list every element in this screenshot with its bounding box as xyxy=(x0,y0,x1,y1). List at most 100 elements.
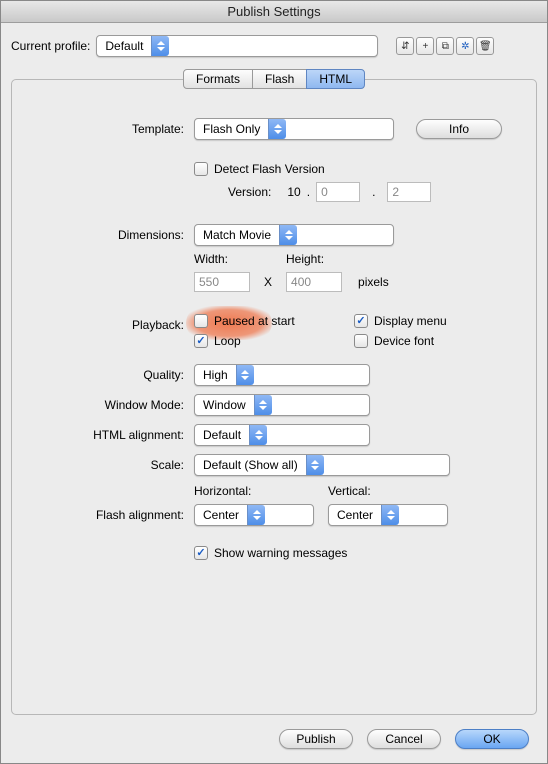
vertical-label: Vertical: xyxy=(328,484,371,498)
import-export-button[interactable]: ⇵ xyxy=(396,37,414,55)
flash-horizontal-value: Center xyxy=(195,505,247,525)
profile-properties-button[interactable]: ✲ xyxy=(456,37,474,55)
scale-row: Scale: Default (Show all) xyxy=(26,454,522,476)
window-mode-value: Window xyxy=(195,395,254,415)
dimensions-value: Match Movie xyxy=(195,225,279,245)
duplicate-icon: ⧉ xyxy=(442,41,449,52)
device-font-label: Device font xyxy=(374,334,434,348)
version-row: Version: 10 . 0 . 2 xyxy=(194,182,522,202)
flash-vertical-value: Center xyxy=(329,505,381,525)
tab-formats-label: Formats xyxy=(196,72,240,86)
template-row: Template: Flash Only Info Detect Flash V… xyxy=(26,118,522,202)
height-label: Height: xyxy=(286,252,324,266)
chevron-updown-icon xyxy=(279,225,297,245)
html-alignment-row: HTML alignment: Default xyxy=(26,424,522,446)
html-alignment-select[interactable]: Default xyxy=(194,424,370,446)
scale-select[interactable]: Default (Show all) xyxy=(194,454,450,476)
publish-button[interactable]: Publish xyxy=(279,729,353,749)
paused-checkbox[interactable] xyxy=(194,314,208,328)
add-profile-button[interactable]: + xyxy=(416,37,434,55)
html-alignment-label: HTML alignment: xyxy=(26,424,194,442)
quality-value: High xyxy=(195,365,236,385)
detect-flash-row: Detect Flash Version xyxy=(194,162,522,176)
pixels-label: pixels xyxy=(358,275,389,289)
width-label: Width: xyxy=(194,252,260,266)
horizontal-label: Horizontal: xyxy=(194,484,328,498)
version-minor-input[interactable]: 0 xyxy=(316,182,360,202)
cancel-label: Cancel xyxy=(385,732,422,746)
detect-flash-label: Detect Flash Version xyxy=(214,162,325,176)
chevron-updown-icon xyxy=(381,505,399,525)
delete-icon: 🗑 xyxy=(479,41,492,52)
show-warning-label: Show warning messages xyxy=(214,546,347,560)
ok-button[interactable]: OK xyxy=(455,729,529,749)
width-input[interactable]: 550 xyxy=(194,272,250,292)
dimensions-label: Dimensions: xyxy=(26,224,194,242)
plus-icon: + xyxy=(422,41,428,52)
quality-select[interactable]: High xyxy=(194,364,370,386)
window-mode-row: Window Mode: Window xyxy=(26,394,522,416)
duplicate-profile-button[interactable]: ⧉ xyxy=(436,37,454,55)
playback-row: Playback: Paused at start Display menu xyxy=(26,314,522,348)
warning-row: Show warning messages xyxy=(26,546,522,560)
flash-vertical-select[interactable]: Center xyxy=(328,504,448,526)
publish-settings-window: Publish Settings Current profile: Defaul… xyxy=(0,0,548,764)
display-menu-label: Display menu xyxy=(374,314,447,328)
info-label: Info xyxy=(449,122,469,136)
loop-checkbox[interactable] xyxy=(194,334,208,348)
window-mode-select[interactable]: Window xyxy=(194,394,370,416)
flash-horizontal-select[interactable]: Center xyxy=(194,504,314,526)
window-mode-label: Window Mode: xyxy=(26,394,194,412)
loop-label: Loop xyxy=(214,334,241,348)
display-menu-checkbox[interactable] xyxy=(354,314,368,328)
profile-row: Current profile: Default ⇵ + ⧉ ✲ 🗑 xyxy=(1,23,547,65)
dimensions-row: Dimensions: Match Movie Width: Height: 5… xyxy=(26,224,522,292)
html-alignment-value: Default xyxy=(195,425,249,445)
chevron-updown-icon xyxy=(306,455,324,475)
paused-label: Paused at start xyxy=(214,314,295,328)
ok-label: OK xyxy=(483,732,500,746)
version-major: 10 xyxy=(287,185,300,199)
scale-label: Scale: xyxy=(26,454,194,472)
tab-flash-label: Flash xyxy=(265,72,294,86)
rename-icon: ✲ xyxy=(461,41,469,52)
profile-select[interactable]: Default xyxy=(96,35,378,57)
cancel-button[interactable]: Cancel xyxy=(367,729,441,749)
footer: Publish Cancel OK xyxy=(1,715,547,763)
import-export-icon: ⇵ xyxy=(401,41,409,52)
chevron-updown-icon xyxy=(254,395,272,415)
delete-profile-button[interactable]: 🗑 xyxy=(476,37,494,55)
info-button[interactable]: Info xyxy=(416,119,502,139)
dimensions-select[interactable]: Match Movie xyxy=(194,224,394,246)
version-rev-input[interactable]: 2 xyxy=(387,182,431,202)
html-panel: Template: Flash Only Info Detect Flash V… xyxy=(11,79,537,715)
window-title: Publish Settings xyxy=(227,4,320,19)
tab-flash[interactable]: Flash xyxy=(252,69,307,89)
tab-html[interactable]: HTML xyxy=(306,69,365,89)
chevron-updown-icon xyxy=(151,36,169,56)
chevron-updown-icon xyxy=(249,425,267,445)
publish-label: Publish xyxy=(296,732,335,746)
template-label: Template: xyxy=(26,118,194,136)
quality-label: Quality: xyxy=(26,364,194,382)
titlebar: Publish Settings xyxy=(1,1,547,23)
chevron-updown-icon xyxy=(247,505,265,525)
height-input[interactable]: 400 xyxy=(286,272,342,292)
scale-value: Default (Show all) xyxy=(195,455,306,475)
show-warning-checkbox[interactable] xyxy=(194,546,208,560)
template-select[interactable]: Flash Only xyxy=(194,118,394,140)
profile-label: Current profile: xyxy=(11,39,90,53)
flash-alignment-label: Flash alignment: xyxy=(26,484,194,522)
profile-value: Default xyxy=(97,36,151,56)
detect-flash-checkbox[interactable] xyxy=(194,162,208,176)
profile-toolbar: ⇵ + ⧉ ✲ 🗑 xyxy=(396,37,494,55)
chevron-updown-icon xyxy=(236,365,254,385)
device-font-checkbox[interactable] xyxy=(354,334,368,348)
chevron-updown-icon xyxy=(268,119,286,139)
version-label: Version: xyxy=(228,185,271,199)
template-value: Flash Only xyxy=(195,119,268,139)
tab-html-label: HTML xyxy=(319,72,352,86)
flash-alignment-row: Flash alignment: Horizontal: Vertical: C… xyxy=(26,484,522,526)
tabbar: Formats Flash HTML xyxy=(1,69,547,89)
tab-formats[interactable]: Formats xyxy=(183,69,253,89)
